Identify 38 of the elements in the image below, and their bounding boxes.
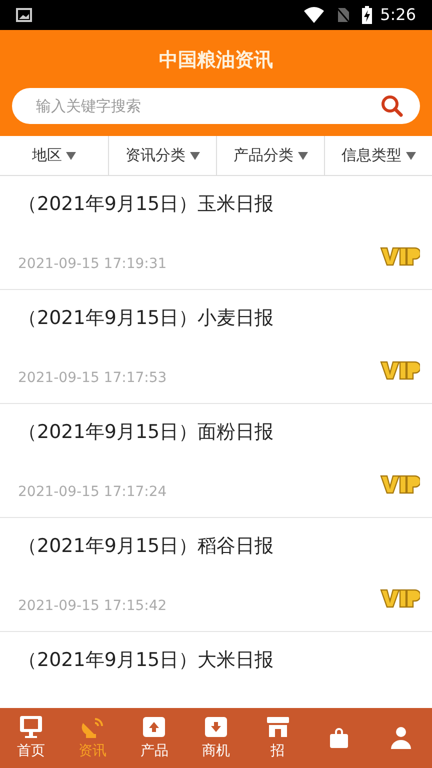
article-time: 2021-09-15 17:15:42 — [18, 597, 167, 616]
nav-tab[interactable]: 招 — [246, 708, 309, 768]
battery-charging-icon — [362, 6, 372, 24]
nav-tab[interactable]: 首页 — [0, 708, 62, 768]
article-item[interactable]: （2021年9月15日）面粉日报 2021-09-15 17:17:24 — [0, 404, 432, 518]
filter-dropdown[interactable]: 资讯分类 — [108, 136, 216, 175]
filter-dropdown[interactable]: 产品分类 — [216, 136, 324, 175]
article-item[interactable]: （2021年9月15日）小麦日报 2021-09-15 17:17:53 — [0, 290, 432, 404]
app-title: 中国粮油资讯 — [159, 48, 273, 73]
article-time: 2021-09-15 17:19:31 — [18, 255, 167, 274]
filter-dropdown[interactable]: 信息类型 — [324, 136, 432, 175]
filter-dropdown[interactable]: 地区 — [0, 136, 108, 175]
article-item[interactable]: （2021年9月15日）玉米日报 2021-09-15 17:19:31 — [0, 176, 432, 290]
nav-tab[interactable]: 产品 — [123, 708, 186, 768]
article-time: 2021-09-15 17:17:24 — [18, 483, 167, 502]
wifi-icon — [304, 7, 324, 23]
caret-icon — [190, 152, 200, 160]
article-item[interactable]: （2021年9月15日）稻谷日报 2021-09-15 17:15:42 — [0, 518, 432, 632]
search-input[interactable]: 输入关键字搜索 — [36, 94, 380, 118]
monitor-icon — [18, 714, 44, 738]
article-title: （2021年9月15日）玉米日报 — [18, 192, 275, 217]
caret-icon — [298, 152, 308, 160]
article-title: （2021年9月15日）面粉日报 — [18, 420, 275, 445]
search-icon[interactable] — [380, 94, 404, 118]
search-field[interactable]: 输入关键字搜索 — [12, 88, 420, 124]
storefront-icon — [264, 714, 291, 738]
clock-time: 5:26 — [380, 4, 416, 26]
article-title: （2021年9月15日）大米日报 — [18, 648, 275, 673]
nav-tab[interactable]: 商机 — [185, 708, 247, 768]
image-icon — [16, 8, 32, 22]
caret-icon — [66, 152, 76, 160]
article-time: 2021-09-15 17:17:53 — [18, 369, 167, 388]
article-title: （2021年9月15日）小麦日报 — [18, 306, 275, 331]
upload-box-icon — [141, 714, 168, 738]
no-sim-icon — [336, 7, 350, 23]
caret-icon — [406, 152, 416, 160]
download-box-icon — [202, 714, 229, 738]
article-title: （2021年9月15日）稻谷日报 — [18, 534, 275, 559]
